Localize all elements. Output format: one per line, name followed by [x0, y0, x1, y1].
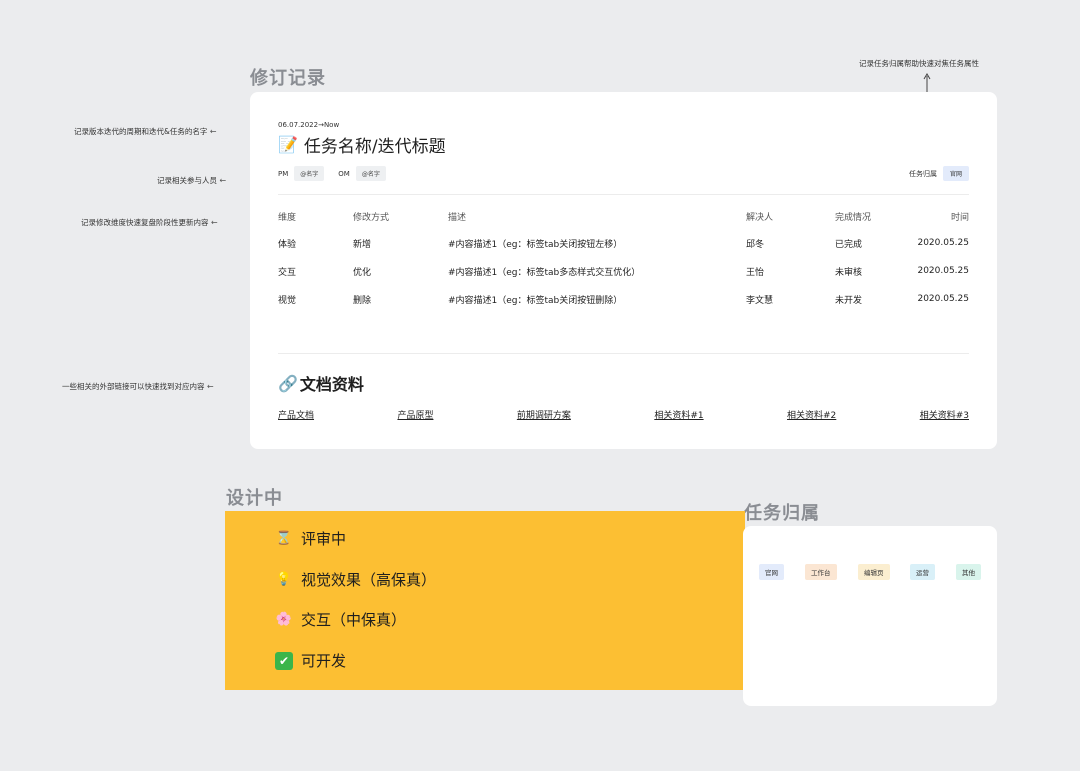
annotation-links-text: 一些相关的外部链接可以快速找到对应内容 — [62, 382, 205, 391]
cell-method: 新增 — [353, 239, 372, 250]
pm-label: PM — [278, 169, 289, 178]
header-description: 描述 — [448, 212, 467, 223]
arrow-left-icon: ← — [210, 218, 218, 227]
annotation-period: 记录版本迭代的周期和迭代&任务的名字 ← — [74, 126, 216, 137]
link-related-1[interactable]: 相关资料#1 — [654, 408, 703, 421]
cell-dimension: 体验 — [278, 239, 297, 250]
docs-title: 文档资料 — [299, 375, 364, 394]
annotation-period-text: 记录版本迭代的周期和迭代&任务的名字 — [74, 127, 208, 136]
divider — [278, 194, 969, 195]
status-interaction[interactable]: 🌸 交互（中保真） — [275, 609, 406, 630]
cell-method: 删除 — [353, 295, 372, 306]
status-label: 交互（中保真） — [301, 611, 407, 629]
owner-label: 任务归属 — [908, 169, 937, 178]
hourglass-icon: ⌛ — [275, 531, 293, 546]
annotation-people: 记录相关参与人员 ← — [157, 175, 226, 186]
table-row: 交互 优化 #内容描述1（eg：标签tab多态样式交互优化） 王怡 未审核 20… — [278, 257, 969, 285]
belong-card: 官网 工作台 编辑页 运营 其他 — [743, 526, 997, 706]
header-method: 修改方式 — [353, 212, 390, 223]
cell-description: #内容描述1（eg：标签tab关闭按钮左移） — [448, 239, 623, 250]
cell-time: 2020.05.25 — [917, 266, 969, 276]
revision-section-title: 修订记录 — [250, 68, 326, 89]
link-icon: 🔗 — [278, 373, 298, 393]
revision-title-row: 📝 任务名称/迭代标题 — [278, 132, 446, 157]
people-row: PM @名字 OM @名字 — [278, 166, 400, 181]
memo-icon: 📝 — [278, 135, 298, 154]
status-label: 可开发 — [301, 652, 347, 670]
cell-assignee: 李文慧 — [746, 295, 774, 306]
revision-title: 任务名称/迭代标题 — [303, 137, 446, 157]
tag-workbench[interactable]: 工作台 — [805, 564, 837, 580]
cell-description: #内容描述1（eg：标签tab关闭按钮删除） — [448, 295, 623, 306]
arrow-left-icon: ← — [206, 382, 214, 391]
tag-operation[interactable]: 运营 — [910, 564, 935, 580]
table-row: 体验 新增 #内容描述1（eg：标签tab关闭按钮左移） 邱冬 已完成 2020… — [278, 229, 969, 257]
cell-time: 2020.05.25 — [917, 238, 969, 248]
owner-tag[interactable]: 官网 — [942, 166, 969, 181]
annotation-people-text: 记录相关参与人员 — [157, 176, 217, 185]
arrow-left-icon: ← — [219, 176, 227, 185]
owner-row: 任务归属 官网 — [909, 166, 969, 181]
pm-mention[interactable]: @名字 — [294, 166, 325, 181]
link-related-2[interactable]: 相关资料#2 — [787, 408, 836, 421]
om-label: OM — [338, 169, 350, 178]
annotation-dimension-text: 记录修改维度快速复盘阶段性更新内容 — [81, 218, 209, 227]
status-ready[interactable]: ✔ 可开发 — [275, 650, 346, 671]
header-assignee: 解决人 — [746, 212, 774, 223]
revision-date: 06.07.2022→Now — [278, 121, 340, 129]
cell-description: #内容描述1（eg：标签tab多态样式交互优化） — [448, 267, 641, 278]
belong-section-title: 任务归属 — [744, 503, 820, 524]
table-row: 视觉 删除 #内容描述1（eg：标签tab关闭按钮删除） 李文慧 未开发 202… — [278, 285, 969, 313]
cell-status: 已完成 — [835, 239, 863, 250]
status-card: ⌛ 评审中 💡 视觉效果（高保真） 🌸 交互（中保真） ✔ 可开发 — [225, 511, 745, 690]
doc-links: 产品文档 产品原型 前期调研方案 相关资料#1 相关资料#2 相关资料#3 — [278, 408, 969, 421]
cell-method: 优化 — [353, 267, 372, 278]
header-dimension: 维度 — [278, 212, 297, 223]
cell-time: 2020.05.25 — [917, 294, 969, 304]
header-status: 完成情况 — [835, 212, 872, 223]
link-related-3[interactable]: 相关资料#3 — [920, 408, 969, 421]
cell-status: 未开发 — [835, 295, 863, 306]
design-section-title: 设计中 — [226, 488, 283, 509]
annotation-dimension: 记录修改维度快速复盘阶段性更新内容 ← — [81, 217, 218, 228]
cell-dimension: 交互 — [278, 267, 297, 278]
status-label: 视觉效果（高保真） — [301, 571, 437, 589]
status-reviewing[interactable]: ⌛ 评审中 — [275, 528, 346, 549]
annotation-links: 一些相关的外部链接可以快速找到对应内容 ← — [62, 381, 214, 392]
annotation-owner: 记录任务归属帮助快速对焦任务属性 — [859, 59, 979, 68]
tag-editor[interactable]: 编辑页 — [858, 564, 890, 580]
tag-official[interactable]: 官网 — [759, 564, 784, 580]
status-visual[interactable]: 💡 视觉效果（高保真） — [275, 569, 436, 590]
lightbulb-icon: 💡 — [275, 572, 293, 587]
revision-card: 06.07.2022→Now 📝 任务名称/迭代标题 PM @名字 OM @名字… — [250, 92, 997, 449]
check-icon: ✔ — [275, 651, 293, 670]
flower-icon: 🌸 — [275, 612, 293, 627]
revision-table: 维度 修改方式 描述 解决人 完成情况 时间 体验 新增 #内容描述1（eg：标… — [278, 203, 969, 313]
cell-assignee: 王怡 — [746, 267, 765, 278]
link-product-doc[interactable]: 产品文档 — [278, 408, 314, 421]
cell-dimension: 视觉 — [278, 295, 297, 306]
table-header-row: 维度 修改方式 描述 解决人 完成情况 时间 — [278, 203, 969, 229]
cell-assignee: 邱冬 — [746, 239, 765, 250]
link-prototype[interactable]: 产品原型 — [397, 408, 433, 421]
header-time: 时间 — [950, 212, 969, 223]
arrow-left-icon: ← — [209, 127, 217, 136]
link-research[interactable]: 前期调研方案 — [517, 408, 571, 421]
status-label: 评审中 — [301, 530, 347, 548]
divider — [278, 353, 969, 354]
om-mention[interactable]: @名字 — [355, 166, 386, 181]
tag-other[interactable]: 其他 — [956, 564, 981, 580]
docs-title-row: 🔗 文档资料 — [278, 371, 364, 395]
cell-status: 未审核 — [835, 267, 863, 278]
